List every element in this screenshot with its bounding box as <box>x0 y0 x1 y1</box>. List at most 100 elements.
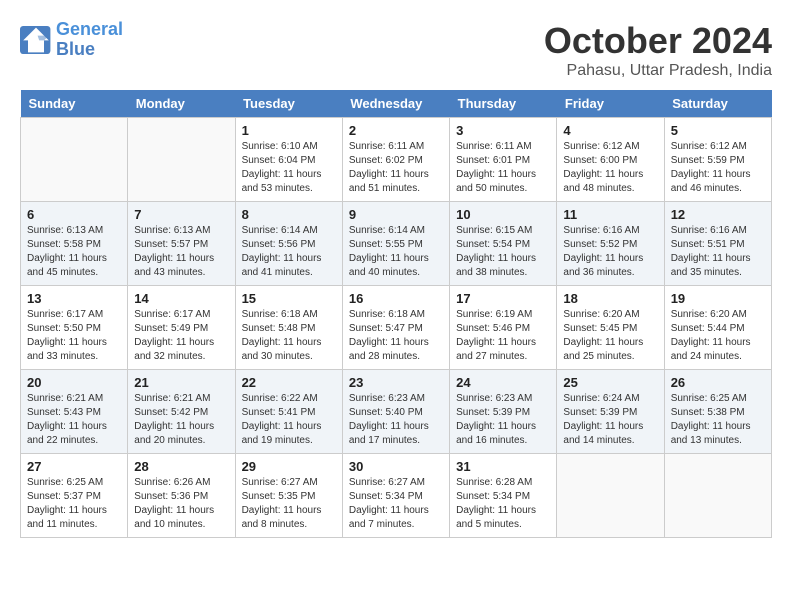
calendar-cell: 3 Sunrise: 6:11 AM Sunset: 6:01 PM Daylig… <box>450 118 557 202</box>
calendar-cell: 12 Sunrise: 6:16 AM Sunset: 5:51 PM Dayli… <box>664 202 771 286</box>
logo-line2: Blue <box>56 39 95 59</box>
day-info: Sunrise: 6:13 AM Sunset: 5:57 PM Dayligh… <box>134 224 228 280</box>
header-day-monday: Monday <box>128 90 235 118</box>
day-info: Sunrise: 6:15 AM Sunset: 5:54 PM Dayligh… <box>456 224 550 280</box>
day-info: Sunrise: 6:20 AM Sunset: 5:45 PM Dayligh… <box>563 308 657 364</box>
page-header: General Blue October 2024 Pahasu, Uttar … <box>20 20 772 80</box>
calendar-cell: 19 Sunrise: 6:20 AM Sunset: 5:44 PM Dayli… <box>664 286 771 370</box>
day-info: Sunrise: 6:12 AM Sunset: 6:00 PM Dayligh… <box>563 140 657 196</box>
day-number: 13 <box>27 291 121 306</box>
day-number: 22 <box>242 375 336 390</box>
calendar-week-1: 1 Sunrise: 6:10 AM Sunset: 6:04 PM Daylig… <box>21 118 772 202</box>
day-info: Sunrise: 6:26 AM Sunset: 5:36 PM Dayligh… <box>134 476 228 532</box>
calendar-cell <box>128 118 235 202</box>
calendar-cell: 4 Sunrise: 6:12 AM Sunset: 6:00 PM Daylig… <box>557 118 664 202</box>
day-number: 27 <box>27 459 121 474</box>
day-number: 29 <box>242 459 336 474</box>
day-number: 31 <box>456 459 550 474</box>
calendar-cell: 18Sunrise: 6:20 AM Sunset: 5:45 PM Dayli… <box>557 286 664 370</box>
day-info: Sunrise: 6:23 AM Sunset: 5:39 PM Dayligh… <box>456 392 550 448</box>
calendar-week-2: 6Sunrise: 6:13 AM Sunset: 5:58 PM Daylig… <box>21 202 772 286</box>
calendar-cell: 22 Sunrise: 6:22 AM Sunset: 5:41 PM Dayli… <box>235 370 342 454</box>
day-info: Sunrise: 6:11 AM Sunset: 6:01 PM Dayligh… <box>456 140 550 196</box>
calendar-cell: 5 Sunrise: 6:12 AM Sunset: 5:59 PM Daylig… <box>664 118 771 202</box>
day-number: 19 <box>671 291 765 306</box>
day-number: 12 <box>671 207 765 222</box>
day-number: 4 <box>563 123 657 138</box>
day-number: 24 <box>456 375 550 390</box>
day-info: Sunrise: 6:21 AM Sunset: 5:42 PM Dayligh… <box>134 392 228 448</box>
calendar-cell <box>557 454 664 538</box>
day-number: 28 <box>134 459 228 474</box>
calendar-cell: 28 Sunrise: 6:26 AM Sunset: 5:36 PM Dayli… <box>128 454 235 538</box>
header-row: SundayMondayTuesdayWednesdayThursdayFrid… <box>21 90 772 118</box>
logo-icon <box>20 26 52 54</box>
calendar-cell: 13Sunrise: 6:17 AM Sunset: 5:50 PM Dayli… <box>21 286 128 370</box>
day-info: Sunrise: 6:19 AM Sunset: 5:46 PM Dayligh… <box>456 308 550 364</box>
header-day-wednesday: Wednesday <box>342 90 449 118</box>
calendar-week-4: 20Sunrise: 6:21 AM Sunset: 5:43 PM Dayli… <box>21 370 772 454</box>
calendar-week-5: 27 Sunrise: 6:25 AM Sunset: 5:37 PM Dayli… <box>21 454 772 538</box>
header-day-friday: Friday <box>557 90 664 118</box>
day-number: 5 <box>671 123 765 138</box>
day-info: Sunrise: 6:16 AM Sunset: 5:52 PM Dayligh… <box>563 224 657 280</box>
day-number: 8 <box>242 207 336 222</box>
day-info: Sunrise: 6:14 AM Sunset: 5:56 PM Dayligh… <box>242 224 336 280</box>
day-number: 11 <box>563 207 657 222</box>
day-number: 15 <box>242 291 336 306</box>
day-info: Sunrise: 6:24 AM Sunset: 5:39 PM Dayligh… <box>563 392 657 448</box>
calendar-cell: 6Sunrise: 6:13 AM Sunset: 5:58 PM Daylig… <box>21 202 128 286</box>
day-number: 7 <box>134 207 228 222</box>
day-info: Sunrise: 6:18 AM Sunset: 5:48 PM Dayligh… <box>242 308 336 364</box>
day-number: 26 <box>671 375 765 390</box>
calendar-cell: 15 Sunrise: 6:18 AM Sunset: 5:48 PM Dayli… <box>235 286 342 370</box>
day-number: 16 <box>349 291 443 306</box>
calendar-cell: 14Sunrise: 6:17 AM Sunset: 5:49 PM Dayli… <box>128 286 235 370</box>
day-info: Sunrise: 6:27 AM Sunset: 5:34 PM Dayligh… <box>349 476 443 532</box>
calendar-cell: 24 Sunrise: 6:23 AM Sunset: 5:39 PM Dayli… <box>450 370 557 454</box>
day-info: Sunrise: 6:14 AM Sunset: 5:55 PM Dayligh… <box>349 224 443 280</box>
calendar-cell: 30 Sunrise: 6:27 AM Sunset: 5:34 PM Dayli… <box>342 454 449 538</box>
calendar-cell: 23 Sunrise: 6:23 AM Sunset: 5:40 PM Dayli… <box>342 370 449 454</box>
day-number: 21 <box>134 375 228 390</box>
day-number: 23 <box>349 375 443 390</box>
calendar-cell: 16 Sunrise: 6:18 AM Sunset: 5:47 PM Dayli… <box>342 286 449 370</box>
day-info: Sunrise: 6:10 AM Sunset: 6:04 PM Dayligh… <box>242 140 336 196</box>
day-info: Sunrise: 6:11 AM Sunset: 6:02 PM Dayligh… <box>349 140 443 196</box>
calendar-week-3: 13Sunrise: 6:17 AM Sunset: 5:50 PM Dayli… <box>21 286 772 370</box>
calendar-cell <box>21 118 128 202</box>
calendar-header: SundayMondayTuesdayWednesdayThursdayFrid… <box>21 90 772 118</box>
day-info: Sunrise: 6:18 AM Sunset: 5:47 PM Dayligh… <box>349 308 443 364</box>
month-title: October 2024 <box>544 20 772 62</box>
day-info: Sunrise: 6:12 AM Sunset: 5:59 PM Dayligh… <box>671 140 765 196</box>
header-day-saturday: Saturday <box>664 90 771 118</box>
day-info: Sunrise: 6:25 AM Sunset: 5:37 PM Dayligh… <box>27 476 121 532</box>
day-info: Sunrise: 6:22 AM Sunset: 5:41 PM Dayligh… <box>242 392 336 448</box>
day-number: 14 <box>134 291 228 306</box>
day-number: 30 <box>349 459 443 474</box>
logo: General Blue <box>20 20 123 60</box>
day-number: 10 <box>456 207 550 222</box>
day-number: 2 <box>349 123 443 138</box>
calendar-cell: 9 Sunrise: 6:14 AM Sunset: 5:55 PM Daylig… <box>342 202 449 286</box>
day-number: 25 <box>563 375 657 390</box>
header-day-sunday: Sunday <box>21 90 128 118</box>
day-info: Sunrise: 6:27 AM Sunset: 5:35 PM Dayligh… <box>242 476 336 532</box>
calendar-cell: 29 Sunrise: 6:27 AM Sunset: 5:35 PM Dayli… <box>235 454 342 538</box>
calendar-cell: 11 Sunrise: 6:16 AM Sunset: 5:52 PM Dayli… <box>557 202 664 286</box>
day-info: Sunrise: 6:16 AM Sunset: 5:51 PM Dayligh… <box>671 224 765 280</box>
calendar-cell: 1 Sunrise: 6:10 AM Sunset: 6:04 PM Daylig… <box>235 118 342 202</box>
calendar-cell: 10 Sunrise: 6:15 AM Sunset: 5:54 PM Dayli… <box>450 202 557 286</box>
day-number: 20 <box>27 375 121 390</box>
calendar-cell: 7 Sunrise: 6:13 AM Sunset: 5:57 PM Daylig… <box>128 202 235 286</box>
header-day-thursday: Thursday <box>450 90 557 118</box>
day-info: Sunrise: 6:23 AM Sunset: 5:40 PM Dayligh… <box>349 392 443 448</box>
day-info: Sunrise: 6:20 AM Sunset: 5:44 PM Dayligh… <box>671 308 765 364</box>
day-number: 9 <box>349 207 443 222</box>
day-number: 3 <box>456 123 550 138</box>
calendar-cell: 26Sunrise: 6:25 AM Sunset: 5:38 PM Dayli… <box>664 370 771 454</box>
day-number: 1 <box>242 123 336 138</box>
calendar-cell: 21 Sunrise: 6:21 AM Sunset: 5:42 PM Dayli… <box>128 370 235 454</box>
title-block: October 2024 Pahasu, Uttar Pradesh, Indi… <box>544 20 772 80</box>
calendar-cell: 20Sunrise: 6:21 AM Sunset: 5:43 PM Dayli… <box>21 370 128 454</box>
